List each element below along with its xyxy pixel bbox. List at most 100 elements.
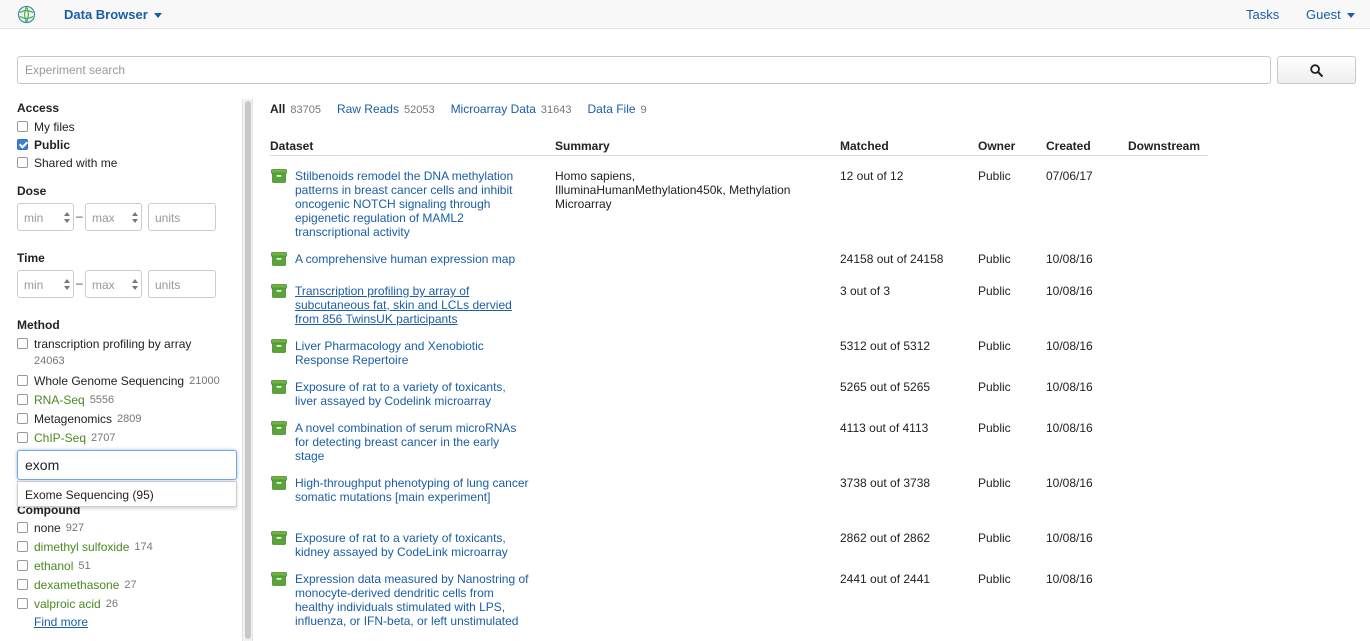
checkbox[interactable] [17, 375, 28, 386]
search-button[interactable] [1277, 56, 1356, 84]
tasks-link[interactable]: Tasks [1246, 7, 1279, 22]
time-min-input[interactable]: min [17, 270, 74, 298]
results-panel: All 83705 Raw Reads 52053 Microarray Data 3… [270, 99, 1360, 641]
time-max-input[interactable]: max [85, 270, 142, 298]
time-heading: Time [17, 251, 45, 265]
checkbox-checked[interactable] [17, 139, 28, 150]
access-my-files[interactable]: My files [17, 119, 75, 134]
scrollbar-thumb[interactable] [245, 101, 251, 639]
compound-label[interactable]: dimethyl sulfoxide [34, 540, 129, 554]
tab-data-file[interactable]: Data File 9 [588, 102, 647, 116]
find-more-link[interactable]: Find more [34, 615, 88, 629]
tab-microarray-data[interactable]: Microarray Data 31643 [451, 102, 572, 116]
method-item[interactable]: Whole Genome Sequencing 21000 [17, 373, 220, 388]
checkbox[interactable] [17, 541, 28, 552]
dataset-title-link[interactable]: A novel combination of serum microRNAs f… [295, 421, 530, 463]
dose-max-input[interactable]: max [85, 203, 142, 231]
dataset-icon [271, 572, 287, 586]
dataset-title-link[interactable]: Exposure of rat to a variety of toxicant… [295, 380, 530, 408]
access-shared[interactable]: Shared with me [17, 155, 117, 170]
checkbox[interactable] [17, 413, 28, 424]
compound-label[interactable]: dexamethasone [34, 578, 119, 592]
compound-item[interactable]: dexamethasone 27 [17, 577, 137, 592]
logo-icon[interactable] [17, 5, 36, 24]
method-item[interactable]: RNA-Seq 5556 [17, 392, 114, 407]
compound-item[interactable]: dimethyl sulfoxide 174 [17, 539, 153, 554]
dataset-icon [271, 531, 287, 545]
created-cell: 10/08/16 [1046, 284, 1093, 298]
matched-cell: 12 out of 12 [840, 169, 904, 183]
tab-raw-reads[interactable]: Raw Reads 52053 [337, 102, 435, 116]
spinner-icon[interactable] [132, 212, 138, 223]
method-heading: Method [17, 318, 60, 332]
compound-count: 927 [65, 521, 85, 534]
checkbox[interactable] [17, 579, 28, 590]
column-header-created[interactable]: Created [1046, 139, 1091, 153]
method-count: 2809 [117, 412, 142, 425]
tab-count: 9 [640, 104, 647, 116]
time-units-input[interactable]: units [148, 270, 216, 298]
dataset-title-link[interactable]: Liver Pharmacology and Xenobiotic Respon… [295, 339, 530, 367]
method-label: Metagenomics [34, 411, 113, 426]
dataset-title-link[interactable]: Exposure of rat to a variety of toxicant… [295, 531, 530, 559]
method-suggestion-item[interactable]: Exome Sequencing (95) [17, 481, 237, 507]
compound-label[interactable]: ethanol [34, 559, 73, 573]
checkbox[interactable] [17, 522, 28, 533]
checkbox[interactable] [17, 598, 28, 609]
dataset-title-link[interactable]: High-throughput phenotyping of lung canc… [295, 476, 530, 504]
dataset-title-link[interactable]: A comprehensive human expression map [295, 252, 530, 266]
dataset-title-link[interactable]: Transcription profiling by array of subc… [295, 284, 530, 326]
column-header-summary[interactable]: Summary [555, 139, 610, 153]
dose-min-input[interactable]: min [17, 203, 74, 231]
spinner-icon[interactable] [64, 279, 70, 290]
checkbox[interactable] [17, 432, 28, 443]
compound-label[interactable]: valproic acid [34, 597, 101, 611]
compound-item[interactable]: valproic acid 26 [17, 596, 118, 611]
checkbox[interactable] [17, 121, 28, 132]
sidebar-scrollbar[interactable] [242, 99, 253, 641]
method-label: transcription profiling by array [34, 336, 192, 351]
summary-cell: Homo sapiens, IlluminaHumanMethylation45… [555, 169, 791, 211]
dose-units-input[interactable]: units [148, 203, 216, 231]
range-dash: – [76, 276, 83, 290]
tab-label: Raw Reads [336, 102, 399, 116]
compound-item[interactable]: ethanol 51 [17, 558, 91, 573]
dose-heading: Dose [17, 184, 47, 198]
matched-cell: 3 out of 3 [840, 284, 891, 298]
spinner-icon[interactable] [132, 279, 138, 290]
column-header-downstream[interactable]: Downstream [1128, 139, 1200, 153]
experiment-search-input[interactable] [17, 56, 1271, 84]
filter-sidebar: Access My files Public Shared with me Do… [17, 99, 239, 641]
tab-all[interactable]: All 83705 [270, 102, 321, 116]
column-header-matched[interactable]: Matched [840, 139, 889, 153]
data-browser-menu[interactable]: Data Browser [64, 7, 162, 22]
created-cell: 10/08/16 [1046, 252, 1093, 266]
dataset-title-link[interactable]: Expression data measured by Nanostring o… [295, 572, 530, 628]
tab-count: 52053 [403, 104, 435, 116]
checkbox[interactable] [17, 338, 28, 349]
access-heading: Access [17, 101, 60, 115]
spinner-icon[interactable] [64, 212, 70, 223]
method-item[interactable]: ChIP-Seq 2707 [17, 430, 116, 445]
column-header-owner[interactable]: Owner [978, 139, 1015, 153]
column-header-dataset[interactable]: Dataset [270, 139, 313, 153]
method-item[interactable]: transcription profiling by array [17, 336, 191, 351]
dose-min-placeholder: min [24, 211, 44, 225]
type-tabs: All 83705 Raw Reads 52053 Microarray Data 3… [270, 102, 663, 116]
checkbox[interactable] [17, 157, 28, 168]
access-public[interactable]: Public [17, 137, 70, 152]
checkbox[interactable] [17, 394, 28, 405]
caret-down-icon [153, 13, 162, 19]
guest-menu[interactable]: Guest [1306, 7, 1355, 22]
method-label[interactable]: ChIP-Seq [34, 431, 86, 445]
checkbox[interactable] [17, 560, 28, 571]
dataset-icon [271, 284, 287, 298]
compound-item[interactable]: none 927 [17, 520, 84, 535]
method-label[interactable]: RNA-Seq [34, 393, 85, 407]
method-filter-input[interactable]: exom [17, 450, 237, 480]
method-item[interactable]: Metagenomics 2809 [17, 411, 142, 426]
dataset-title-link[interactable]: Stilbenoids remodel the DNA methylation … [295, 169, 530, 239]
tab-count: 31643 [540, 104, 572, 116]
method-count: 2707 [91, 431, 116, 444]
time-min-placeholder: min [24, 278, 44, 292]
